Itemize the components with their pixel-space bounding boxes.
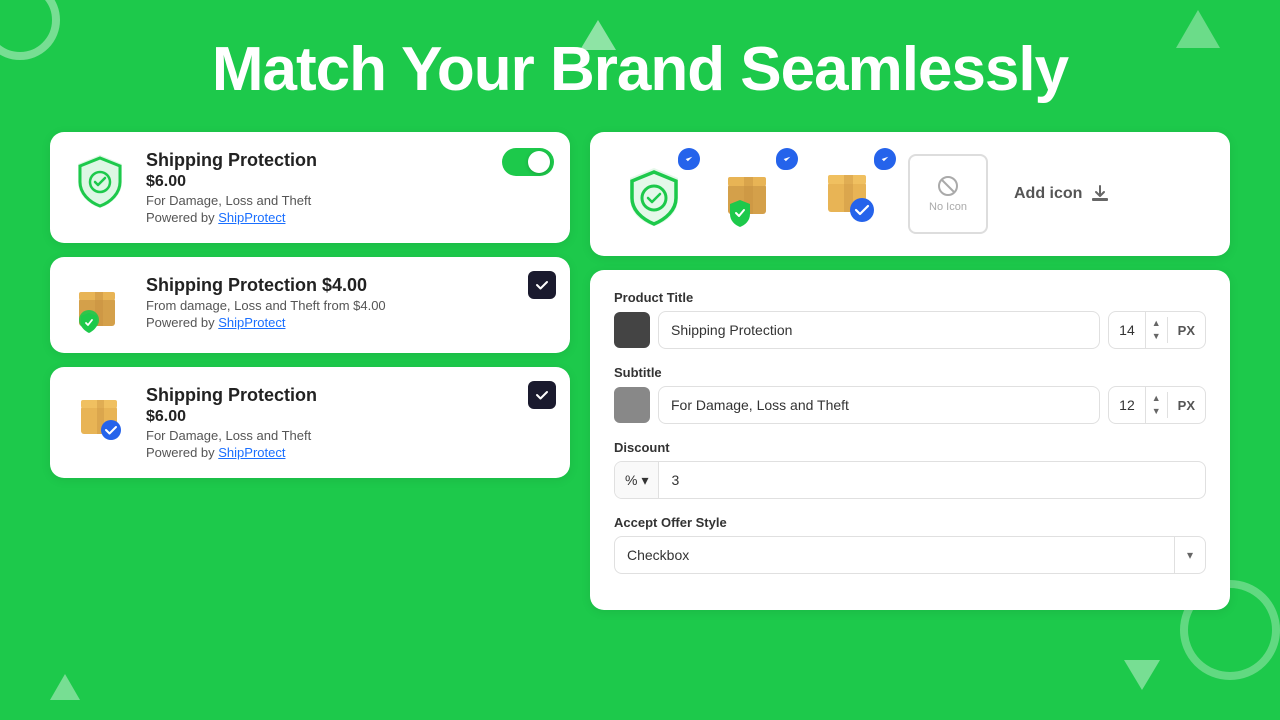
card2-icon (70, 275, 130, 335)
subtitle-size-num: 12 (1109, 387, 1146, 423)
card3-powered: Powered by ShipProtect (146, 445, 550, 460)
product-title-row: 14 ▲ ▼ PX (614, 311, 1206, 349)
deco-triangle-bl (50, 674, 80, 700)
right-column: No Icon Add icon Product Title (590, 132, 1230, 610)
discount-row: % ▾ (614, 461, 1206, 499)
subtitle-size-control: 12 ▲ ▼ PX (1108, 386, 1206, 424)
icon-picker-card: No Icon Add icon (590, 132, 1230, 256)
card2-title: Shipping Protection $4.00 (146, 275, 550, 296)
form-card: Product Title 14 ▲ ▼ PX Subtit (590, 270, 1230, 610)
add-icon-label: Add icon (1014, 185, 1082, 203)
discount-input[interactable] (659, 472, 1205, 488)
card3-desc: For Damage, Loss and Theft (146, 428, 550, 443)
card1-toggle[interactable] (502, 148, 554, 176)
product-title-size-arrows: ▲ ▼ (1146, 317, 1168, 343)
checkbox-checked[interactable] (528, 271, 556, 299)
card1-content: Shipping Protection $6.00 For Damage, Lo… (146, 150, 550, 225)
card1-title: Shipping Protection (146, 150, 550, 171)
card2-powered: Powered by ShipProtect (146, 315, 550, 330)
card1-desc: For Damage, Loss and Theft (146, 193, 550, 208)
card3-checkbox[interactable] (528, 381, 556, 409)
product-title-size-unit: PX (1168, 312, 1205, 348)
main-layout: Shipping Protection $6.00 For Damage, Lo… (0, 132, 1280, 610)
discount-group: Discount % ▾ (614, 440, 1206, 499)
subtitle-input[interactable] (658, 386, 1100, 424)
discount-prefix-symbol: % (625, 472, 637, 488)
card1-powered-link[interactable]: ShipProtect (218, 210, 285, 225)
card2-checkbox[interactable] (528, 271, 556, 299)
page-header: Match Your Brand Seamlessly (0, 0, 1280, 132)
card3-powered-link[interactable]: ShipProtect (218, 445, 285, 460)
product-title-size-up[interactable]: ▲ (1146, 317, 1167, 330)
discount-prefix[interactable]: % ▾ (615, 462, 659, 498)
card3-icon (70, 385, 130, 445)
card3-content: Shipping Protection $6.00 For Damage, Lo… (146, 385, 550, 460)
icon-selected-badge-1 (676, 150, 698, 172)
card3-title: Shipping Protection (146, 385, 550, 406)
accept-offer-value: Checkbox (615, 547, 1174, 563)
card-checkbox2: Shipping Protection $6.00 For Damage, Lo… (50, 367, 570, 478)
accept-offer-label: Accept Offer Style (614, 515, 1206, 530)
left-column: Shipping Protection $6.00 For Damage, Lo… (50, 132, 570, 610)
card1-price: $6.00 (146, 173, 550, 191)
subtitle-swatch[interactable] (614, 387, 650, 423)
product-title-label: Product Title (614, 290, 1206, 305)
product-title-size-control: 14 ▲ ▼ PX (1108, 311, 1206, 349)
subtitle-size-unit: PX (1168, 387, 1205, 423)
add-icon-button[interactable]: Add icon (1006, 176, 1118, 212)
product-title-size-down[interactable]: ▼ (1146, 330, 1167, 343)
card1-icon (70, 150, 130, 210)
card3-price: $6.00 (146, 408, 550, 426)
card2-powered-link[interactable]: ShipProtect (218, 315, 285, 330)
subtitle-row: 12 ▲ ▼ PX (614, 386, 1206, 424)
subtitle-size-arrows: ▲ ▼ (1146, 392, 1168, 418)
toggle-switch[interactable] (502, 148, 554, 176)
discount-chevron-icon: ▾ (641, 472, 648, 489)
card-toggle: Shipping Protection $6.00 For Damage, Lo… (50, 132, 570, 243)
card-checkbox1: Shipping Protection $4.00 From damage, L… (50, 257, 570, 353)
discount-label: Discount (614, 440, 1206, 455)
icon-option-none[interactable]: No Icon (908, 154, 988, 234)
product-title-swatch[interactable] (614, 312, 650, 348)
product-title-input[interactable] (658, 311, 1100, 349)
icon-selected-badge-2 (774, 150, 796, 172)
no-icon-label: No Icon (929, 201, 967, 213)
product-title-group: Product Title 14 ▲ ▼ PX (614, 290, 1206, 349)
subtitle-group: Subtitle 12 ▲ ▼ PX (614, 365, 1206, 424)
product-title-size-num: 14 (1109, 312, 1146, 348)
accept-offer-select[interactable]: Checkbox ▾ (614, 536, 1206, 574)
accept-offer-chevron-icon[interactable]: ▾ (1174, 537, 1205, 573)
page-title: Match Your Brand Seamlessly (0, 36, 1280, 104)
icon-option-box-shield[interactable] (712, 154, 792, 234)
icon-option-box-check[interactable] (810, 154, 890, 234)
card2-desc: From damage, Loss and Theft from $4.00 (146, 298, 550, 313)
deco-triangle-br (1124, 660, 1160, 690)
subtitle-size-up[interactable]: ▲ (1146, 392, 1167, 405)
card1-powered: Powered by ShipProtect (146, 210, 550, 225)
subtitle-size-down[interactable]: ▼ (1146, 405, 1167, 418)
accept-offer-group: Accept Offer Style Checkbox ▾ (614, 515, 1206, 574)
icon-selected-badge-3 (872, 150, 894, 172)
card2-content: Shipping Protection $4.00 From damage, L… (146, 275, 550, 330)
icon-option-shield[interactable] (614, 154, 694, 234)
checkbox-checked2[interactable] (528, 381, 556, 409)
subtitle-label: Subtitle (614, 365, 1206, 380)
